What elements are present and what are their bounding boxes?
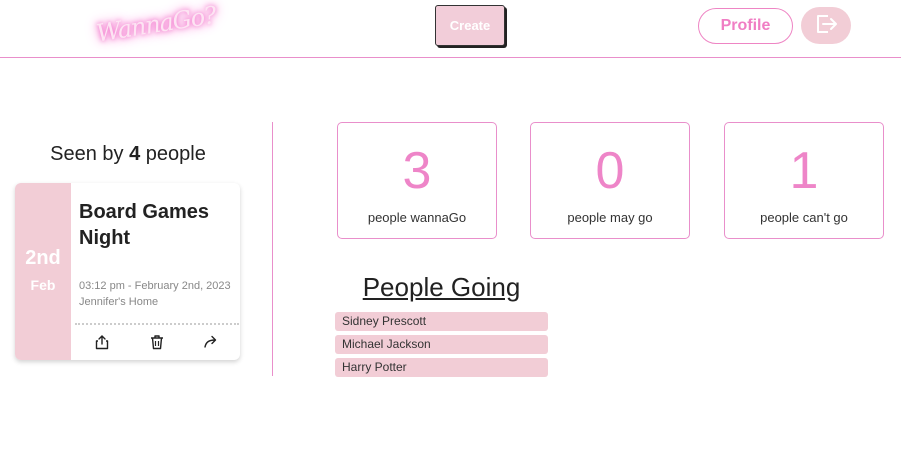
seen-suffix: people [145,143,206,165]
event-time: 03:12 pm - February 2nd, 2023 [79,280,231,292]
people-going-title: People Going [362,272,521,302]
event-day: 2nd [25,247,61,269]
stat-card-maybe: 0 people may go [530,122,690,239]
stat-card-cant-go: 1 people can't go [724,122,884,239]
wannago-logo[interactable]: WannaGo? [93,0,222,57]
share-button[interactable] [93,335,111,353]
event-month: Feb [30,277,56,293]
seen-prefix: Seen by [50,143,124,165]
delete-button[interactable] [148,335,166,353]
trash-icon [149,334,165,354]
top-navbar: WannaGo? Create Profile [0,0,901,58]
list-item: Michael Jackson [335,335,548,354]
stat-label: people wannaGo [367,210,467,225]
share-icon [94,334,110,354]
list-item: Sidney Prescott [335,312,548,331]
logout-button[interactable] [801,7,851,44]
event-location: Jennifer's Home [79,296,159,308]
vertical-divider [272,122,273,376]
card-divider [75,323,239,325]
logout-icon [813,12,839,40]
seen-count: 4 [129,143,141,165]
stat-label: people can't go [760,210,848,225]
forward-icon [203,334,219,354]
stat-count: 1 [789,142,819,200]
logo-text: WannaGo? [94,1,218,48]
event-date-block: 2nd Feb [15,183,71,360]
forward-button[interactable] [202,335,220,353]
event-title: Board Games Night [79,201,210,249]
stat-card-wannago: 3 people wannaGo [337,122,497,239]
create-button[interactable]: Create [435,5,505,46]
seen-by-text: Seen by 4 people [16,143,240,166]
stat-count: 3 [402,142,432,200]
event-card: 2nd Feb Board Games Night 03:12 pm - Feb… [15,183,240,360]
stat-label: people may go [567,210,653,225]
list-item: Harry Potter [335,358,548,377]
people-going-list: Sidney Prescott Michael Jackson Harry Po… [335,312,548,381]
profile-button[interactable]: Profile [698,8,793,44]
stat-count: 0 [595,142,625,200]
